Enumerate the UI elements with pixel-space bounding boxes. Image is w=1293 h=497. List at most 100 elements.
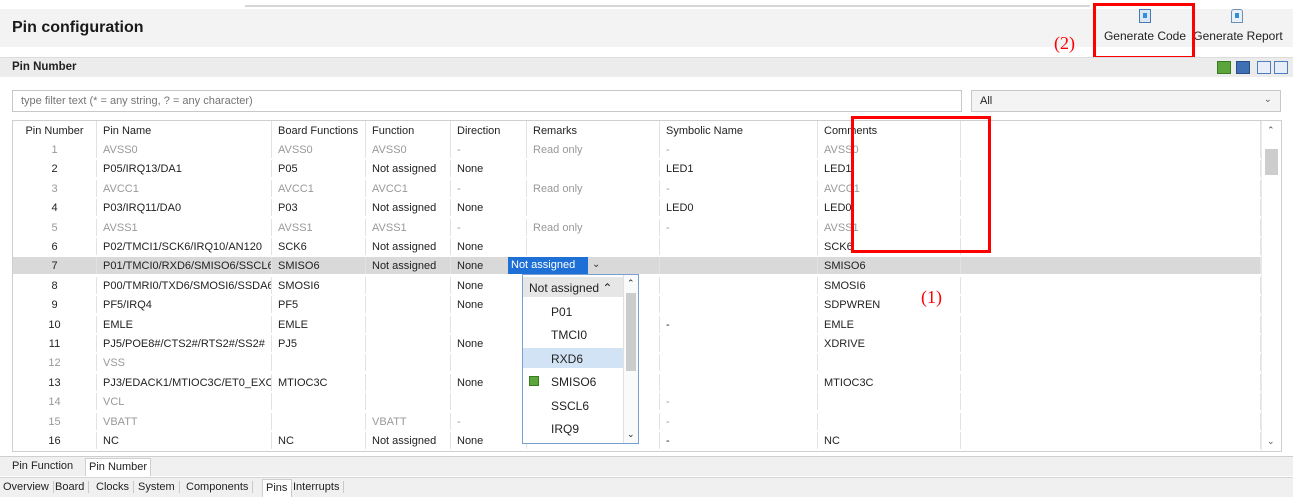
table-row[interactable]: 6 P02/TMCI1/SCK6/IRQ10/AN120 SCK6 Not assig… [13,238,1261,255]
tab-pin-function[interactable]: Pin Function [12,460,73,472]
scroll-down-icon[interactable]: ⌄ [1267,436,1275,447]
cell-function[interactable] [366,354,451,372]
cell-pin-name: NC [97,432,272,449]
cell-board-function: P05 [272,160,366,178]
cell-board-function [272,412,366,430]
dropdown-option[interactable]: RXD6 [523,347,623,368]
cell-direction [451,393,527,411]
dropdown-option[interactable]: SMISO6 [523,371,623,391]
cell-symbolic-name: LED1 [660,160,818,178]
table-header: Pin Number Pin Name Board Functions Func… [13,121,1261,141]
cell-function[interactable]: AVSS0 [366,141,451,158]
scroll-up-icon[interactable]: ⌃ [1267,125,1275,136]
dropdown-scrollbar[interactable]: ⌃ ⌄ [623,275,638,443]
dropdown-option[interactable]: TMCI0 [523,324,623,344]
function-dropdown[interactable]: Not assigned ⌃ P01 TMCI0 RXD6 SMISO6 SSCL6 IRQ… [522,274,639,444]
cell-pin-name: PJ3/EDACK1/MTIOC3C/ET0_EXOUT/CTS6#/RTS6#… [97,373,272,391]
cell-extra [961,354,1261,372]
dropdown-option-label: RXD6 [551,351,584,366]
table-row[interactable]: 4 P03/IRQ11/DA0 P03 Not assigned None LED0 LED… [13,199,1261,217]
tab-interrupts[interactable]: Interrupts [293,481,345,493]
col-pin-number[interactable]: Pin Number [13,121,97,141]
col-board-functions[interactable]: Board Functions [272,121,366,141]
table-row[interactable]: 1 AVSS0 AVSS0 AVSS0- Read only - AVSS0 [13,141,1261,158]
cell-function[interactable]: Not assigned [366,238,451,255]
dropdown-option[interactable]: SSCL6 [523,395,623,415]
generate-report-label: Generate Report [1193,29,1283,43]
cell-extra [961,179,1261,197]
cell-function[interactable] [366,315,451,333]
pin-table[interactable]: Pin Number Pin Name Board Functions Func… [12,120,1282,452]
tab-clocks[interactable]: Clocks [96,481,135,493]
cell-remarks: Read only [527,141,660,158]
cell-extra [961,315,1261,333]
cell-board-function [272,393,366,411]
cell-function[interactable] [366,373,451,391]
cell-pin-number: 12 [13,354,97,372]
tab-overview[interactable]: Overview [3,481,54,493]
cell-board-function: SCK6 [272,238,366,255]
cell-function[interactable]: VBATT [366,412,451,430]
import-icon[interactable] [1257,61,1271,74]
cell-comments: XDRIVE [818,335,961,352]
dropdown-option[interactable]: P01 [523,301,623,321]
cell-pin-name: P05/IRQ13/DA1 [97,160,272,178]
cell-board-function: P03 [272,199,366,217]
cell-pin-number: 8 [13,276,97,294]
cell-symbolic-name: - [660,393,818,411]
tab-pins[interactable]: Pins [262,479,293,497]
cell-extra [961,160,1261,178]
dropdown-option-label: IRQ9 [551,422,580,436]
table-row[interactable]: 7P01/TMCI0/RXD6/SMISO6/SSCL6/IRQ9/AN119S… [13,257,1261,275]
cell-pin-number: 3 [13,179,97,197]
cell-function[interactable]: Not assigned [366,160,451,178]
dropdown-scroll-thumb[interactable] [626,293,636,371]
filter-input[interactable] [12,90,962,112]
cell-function[interactable] [366,335,451,352]
col-direction[interactable]: Direction [451,121,527,141]
table-row[interactable]: 5 AVSS1 AVSS1 AVSS1- Read only - AVSS1 [13,218,1261,236]
cell-direction: - [451,412,527,430]
tab-components[interactable]: Components [186,481,254,493]
generate-report-button[interactable]: Generate Report [1190,6,1286,46]
dropdown-option[interactable]: IRQ9 [523,418,623,438]
scope-select[interactable]: All ⌄ [971,90,1281,112]
chevron-down-icon[interactable]: ⌄ [627,429,635,440]
cell-function[interactable]: AVSS1 [366,218,451,236]
cell-board-function [272,354,366,372]
tab-system[interactable]: System [138,481,180,493]
chevron-up-icon[interactable]: ⌃ [627,278,635,289]
tab-board[interactable]: Board [55,481,90,493]
table-row[interactable]: 3 AVCC1 AVCC1 AVCC1- Read only - AVCC1 [13,179,1261,197]
add-icon[interactable] [1217,61,1231,74]
col-pin-name[interactable]: Pin Name [97,121,272,141]
function-select[interactable]: Not assigned [508,257,588,274]
table-scrollbar[interactable]: ⌃ ⌄ [1261,121,1281,451]
cell-function[interactable] [366,296,451,314]
col-function[interactable]: Function [366,121,451,141]
tab-pin-number[interactable]: Pin Number [85,458,152,476]
cell-function[interactable]: Not assigned [366,199,451,217]
cell-pin-number: 9 [13,296,97,314]
cell-function[interactable] [366,276,451,294]
cell-pin-name: AVSS0 [97,141,272,158]
scroll-thumb[interactable] [1265,149,1278,175]
cell-symbolic-name: - [660,412,818,430]
cell-function[interactable]: AVCC1 [366,179,451,197]
chevron-down-icon[interactable]: ⌄ [592,259,600,270]
cell-function[interactable] [366,393,451,411]
cell-symbolic-name [660,335,818,352]
cell-function[interactable]: Not assigned [366,432,451,449]
cell-pin-number: 14 [13,393,97,411]
cell-pin-name: VSS [97,354,272,372]
col-remarks[interactable]: Remarks [527,121,660,141]
cell-pin-number: 7 [13,257,97,275]
dropdown-option[interactable]: Not assigned ⌃ [523,277,623,297]
cell-function[interactable]: Not assigned [366,257,451,275]
cell-symbolic-name: - [660,432,818,449]
table-row[interactable]: 2 P05/IRQ13/DA1 P05 Not assigned None LED1 LED… [13,160,1261,178]
cell-remarks: Read only [527,218,660,236]
export-icon[interactable] [1274,61,1288,74]
col-symbolic-name[interactable]: Symbolic Name [660,121,818,141]
save-icon[interactable] [1236,61,1250,74]
